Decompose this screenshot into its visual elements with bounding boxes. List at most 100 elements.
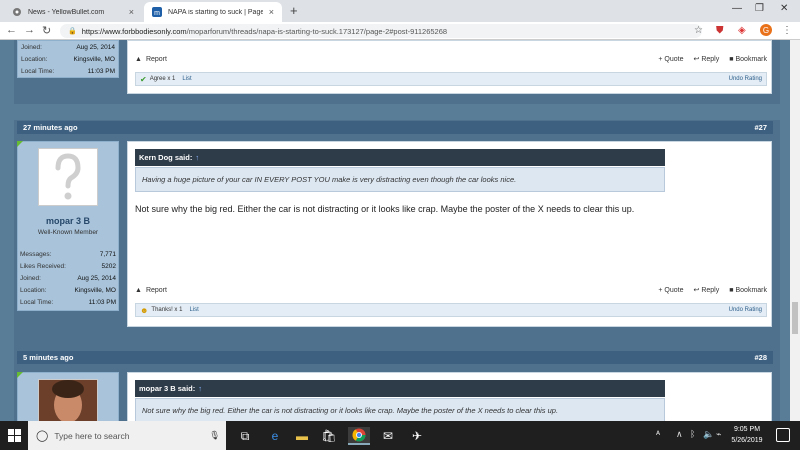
rating-bar: ☻ Thanks! x 1 List Undo Rating xyxy=(135,303,767,317)
default-avatar-icon xyxy=(55,153,81,200)
post-header-28: 5 minutes ago #28 xyxy=(17,351,773,364)
user-likes-row: Likes Received: 5202 xyxy=(20,262,116,270)
post-time[interactable]: 27 minutes ago xyxy=(23,123,78,132)
task-view-icon[interactable]: ⧉ xyxy=(236,427,254,445)
warning-icon: ▲ xyxy=(135,286,142,294)
tab-yellowbullet[interactable]: News - YellowBullet.com × xyxy=(4,2,142,22)
tab-napa-thread[interactable]: m NAPA is starting to suck | Page 2 × xyxy=(144,2,282,22)
post-number[interactable]: #28 xyxy=(754,353,767,362)
tray-expand-icon[interactable]: ∧ xyxy=(676,429,683,440)
clock-time: 9:05 PM xyxy=(733,426,761,433)
bookmark-star-icon[interactable]: ☆ xyxy=(694,25,703,36)
forum-favicon-icon: m xyxy=(152,7,162,17)
quote-header: Kern Dog said: ↑ xyxy=(135,149,665,166)
action-center-icon[interactable] xyxy=(776,428,790,442)
app-icon[interactable]: ✈ xyxy=(408,427,426,445)
svg-text:m: m xyxy=(154,10,160,17)
reply-arrow-icon: ↩ xyxy=(693,56,700,63)
address-bar[interactable]: 🔒 https://www.forbbodiesonly.com/moparfo… xyxy=(60,24,702,38)
forward-icon[interactable]: → xyxy=(24,24,35,36)
quote-body: Not sure why the big red. Either the car… xyxy=(135,398,665,421)
search-placeholder: Type here to search xyxy=(54,430,130,441)
bookmark-link[interactable]: ■ Bookmark xyxy=(729,56,767,63)
people-icon[interactable]: ᴬ xyxy=(656,429,660,439)
minimize-icon[interactable]: — xyxy=(732,3,742,14)
bookmark-icon: ■ xyxy=(729,55,734,63)
maximize-icon[interactable]: ❐ xyxy=(755,3,764,14)
post-message: Not sure why the big red. Either the car… xyxy=(135,204,635,214)
store-icon[interactable]: 🛍 xyxy=(320,427,338,445)
user-joined-row: Joined: Aug 25, 2014 xyxy=(20,274,116,282)
quote-jump-icon[interactable]: ↑ xyxy=(195,153,199,162)
browser-toolbar: ← → ↻ 🔒 https://www.forbbodiesonly.com/m… xyxy=(0,22,800,40)
user-info-panel: Joined: Aug 25, 2014 Location: Kingsville,… xyxy=(17,40,119,78)
reply-link[interactable]: ↩ Reply xyxy=(693,286,719,295)
browser-tab-strip: News - YellowBullet.com × m NAPA is star… xyxy=(0,0,800,22)
avatar[interactable] xyxy=(38,379,98,421)
post-number[interactable]: #27 xyxy=(754,123,767,132)
windows-start-icon[interactable] xyxy=(8,429,21,442)
thanks-smiley-icon: ☻ xyxy=(140,305,149,315)
scrollbar-thumb[interactable] xyxy=(792,302,798,334)
rating-bar: ✔ Agree x 1 List Undo Rating xyxy=(135,72,767,86)
chrome-icon[interactable] xyxy=(348,427,370,445)
quote-link[interactable]: + Quote xyxy=(658,287,683,294)
tab-title: News - YellowBullet.com xyxy=(28,8,105,16)
edge-icon[interactable]: e xyxy=(266,427,284,445)
user-stats: Messages: 7,771 Likes Received: 5202 Joine… xyxy=(17,248,119,308)
svg-text:G: G xyxy=(763,26,769,35)
user-joined-row: Joined: Aug 25, 2014 xyxy=(21,43,115,51)
url-domain: https://www.forbbodiesonly.com xyxy=(81,26,187,36)
rating-list-link[interactable]: List xyxy=(182,76,191,82)
close-tab-icon[interactable]: × xyxy=(129,7,134,17)
system-clock[interactable]: 9:05 PM 5/26/2019 xyxy=(722,424,772,446)
user-photo-avatar-icon xyxy=(39,380,97,421)
mail-icon[interactable]: ✉ xyxy=(379,427,397,445)
rating-summary: Thanks! x 1 xyxy=(151,307,183,313)
extension-badge-icon[interactable]: ◈ xyxy=(738,25,746,36)
user-localtime-row: Local Time: 11:03 PM xyxy=(20,298,116,306)
close-tab-icon[interactable]: × xyxy=(269,7,274,17)
bookmark-icon: ■ xyxy=(729,286,734,294)
user-messages-row: Messages: 7,771 xyxy=(20,250,116,258)
quote-link[interactable]: + Quote xyxy=(658,56,683,63)
quote-author[interactable]: Kern Dog said: xyxy=(139,153,192,162)
checkmark-icon: ✔ xyxy=(140,74,147,84)
username[interactable]: mopar 3 B xyxy=(17,216,119,226)
avatar[interactable] xyxy=(38,148,98,206)
reload-icon[interactable]: ↻ xyxy=(42,24,51,37)
microphone-icon[interactable]: 🎙 xyxy=(209,430,220,441)
extension-shield-icon[interactable]: ⛊ xyxy=(716,25,724,36)
windows-taskbar: ◯ Type here to search 🎙 ⧉ e ▬ 🛍 ✉ ✈ ᴬ ∧ … xyxy=(0,421,800,450)
reply-arrow-icon: ↩ xyxy=(693,287,700,294)
reply-link[interactable]: ↩ Reply xyxy=(693,55,719,64)
post-time[interactable]: 5 minutes ago xyxy=(23,353,73,362)
taskbar-search-box[interactable]: ◯ Type here to search 🎙 xyxy=(28,421,226,450)
tab-title: NAPA is starting to suck | Page 2 xyxy=(168,8,263,16)
post-header-27: 27 minutes ago #27 xyxy=(17,121,773,134)
cortana-ring-icon: ◯ xyxy=(36,430,49,442)
close-window-icon[interactable]: ✕ xyxy=(780,3,788,14)
post-actions-bar: ▲ Report + Quote ↩ Reply ■ Bookmark xyxy=(135,284,767,296)
undo-rating-link[interactable]: Undo Rating xyxy=(729,307,762,313)
report-link[interactable]: ▲ Report xyxy=(135,287,167,294)
file-explorer-icon[interactable]: ▬ xyxy=(293,427,311,445)
network-icon[interactable]: ⌁ xyxy=(716,429,721,440)
menu-kebab-icon[interactable]: ⋮ xyxy=(782,25,792,36)
bluetooth-icon[interactable]: ᛒ xyxy=(690,429,695,439)
rating-list-link[interactable]: List xyxy=(189,307,198,313)
clock-date: 5/26/2019 xyxy=(731,437,763,444)
profile-avatar-icon[interactable]: G xyxy=(760,24,772,39)
bookmark-link[interactable]: ■ Bookmark xyxy=(729,287,767,294)
user-location-row: Location: Kingsville, MO xyxy=(21,55,115,63)
online-indicator xyxy=(17,372,23,378)
post-actions-bar: ▲ Report + Quote ↩ Reply ■ Bookmark xyxy=(135,53,767,65)
undo-rating-link[interactable]: Undo Rating xyxy=(729,76,762,82)
quote-author[interactable]: mopar 3 B said: xyxy=(139,384,195,393)
volume-icon[interactable]: 🔈 xyxy=(703,429,714,440)
report-link[interactable]: ▲ Report xyxy=(135,56,167,63)
quote-jump-icon[interactable]: ↑ xyxy=(198,384,202,393)
new-tab-button[interactable]: + xyxy=(290,3,298,18)
back-icon[interactable]: ← xyxy=(6,24,17,36)
page-scrollbar[interactable] xyxy=(790,40,800,421)
